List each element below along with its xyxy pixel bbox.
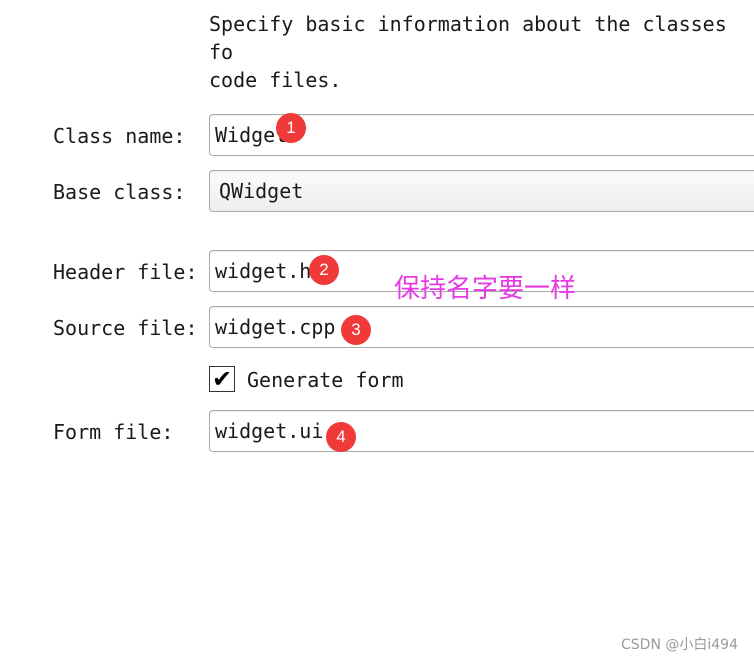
- class-name-label: Class name:: [53, 124, 186, 148]
- csdn-watermark: CSDN @小白i494: [621, 637, 738, 653]
- annotation-badge-3: 3: [341, 315, 371, 345]
- base-class-combobox[interactable]: QWidget: [209, 170, 754, 212]
- page-description: Specify basic information about the clas…: [209, 12, 727, 92]
- annotation-badge-1: 1: [276, 113, 306, 143]
- base-class-label: Base class:: [53, 180, 186, 204]
- annotation-badge-2: 2: [309, 255, 339, 285]
- generate-form-label: Generate form: [247, 368, 404, 392]
- annotation-badge-4: 4: [326, 422, 356, 452]
- form-file-label: Form file:: [53, 420, 174, 444]
- source-file-label: Source file:: [53, 316, 198, 340]
- annotation-note: 保持名字要一样: [394, 274, 577, 304]
- generate-form-checkbox[interactable]: ✔: [209, 366, 235, 392]
- source-file-input[interactable]: widget.cpp: [209, 306, 754, 348]
- header-file-label: Header file:: [53, 260, 198, 284]
- form-file-input[interactable]: widget.ui: [209, 410, 754, 452]
